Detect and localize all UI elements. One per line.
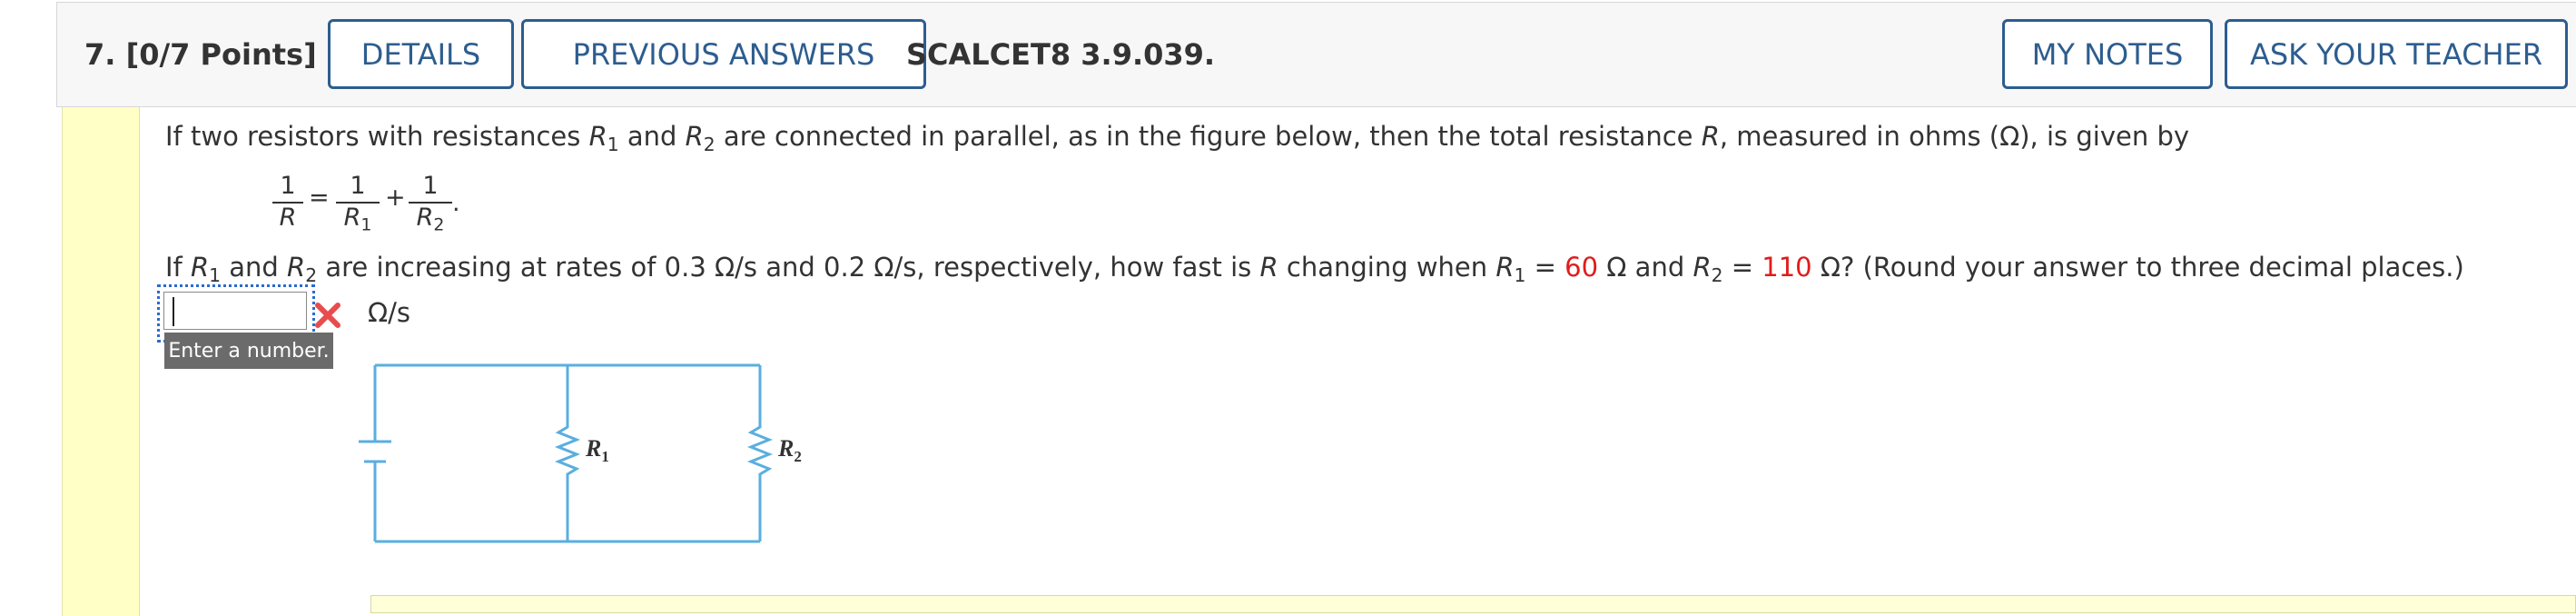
question-number: 7. [0/7 Points] <box>84 37 317 72</box>
r2-given-value: 110 <box>1762 252 1812 283</box>
ask-your-teacher-button[interactable]: ASK YOUR TEACHER <box>2225 19 2568 89</box>
question-code: SCALCET8 3.9.039. <box>906 37 1216 72</box>
battery-icon <box>359 440 391 463</box>
answer-units: Ω/s <box>368 297 411 328</box>
answer-input[interactable] <box>163 292 307 330</box>
question-header: 7. [0/7 Points] DETAILS PREVIOUS ANSWERS… <box>56 2 2576 107</box>
circuit-label-r2: R2 <box>777 435 802 465</box>
question-side-strip <box>62 107 140 616</box>
problem-question: If R1 and R2 are increasing at rates of … <box>165 252 2464 287</box>
fraction-one-over-r1: 1 R1 <box>336 171 380 233</box>
parallel-circuit-diagram: R1 R2 <box>359 363 802 543</box>
text-caret <box>173 297 174 326</box>
circuit-label-r1: R1 <box>585 435 609 465</box>
fraction-one-over-r2: 1 R2 <box>409 171 452 233</box>
equals-sign: = <box>309 184 330 212</box>
problem-intro: If two resistors with resistances R1 and… <box>165 121 2190 156</box>
solution-bar <box>370 595 2576 613</box>
details-button[interactable]: DETAILS <box>328 19 514 89</box>
my-notes-button[interactable]: MY NOTES <box>2002 19 2213 89</box>
circuit-wire-r2-branch <box>746 365 774 541</box>
circuit-wire-r1-branch <box>554 365 581 541</box>
incorrect-x-icon <box>315 303 341 328</box>
previous-answers-button[interactable]: PREVIOUS ANSWERS <box>521 19 926 89</box>
answer-tooltip: Enter a number. <box>164 333 333 369</box>
plus-sign: + <box>385 184 406 212</box>
fraction-one-over-r: 1 R <box>272 171 303 233</box>
r1-given-value: 60 <box>1564 252 1599 283</box>
